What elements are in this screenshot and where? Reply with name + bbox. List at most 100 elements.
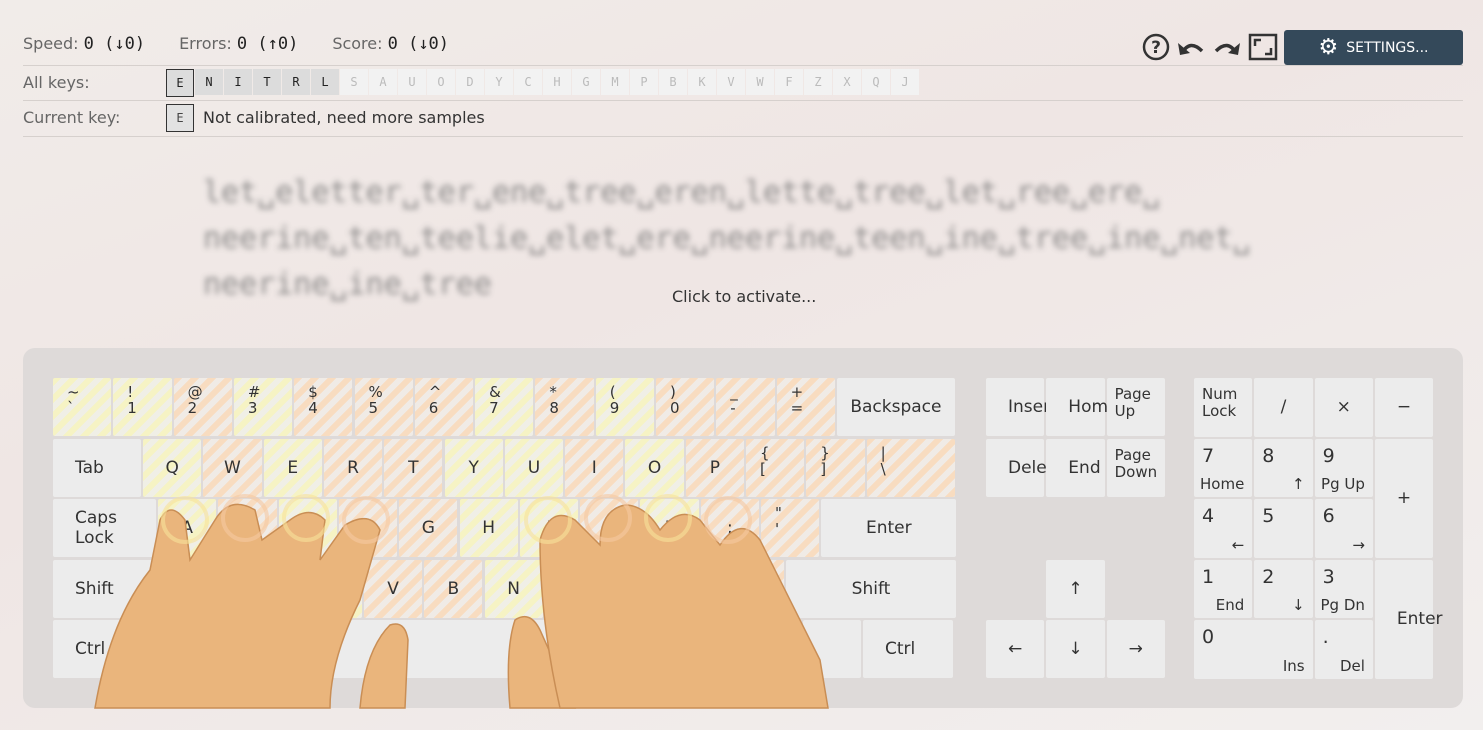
key-v[interactable]: V bbox=[363, 559, 423, 618]
key-−[interactable]: − bbox=[1374, 378, 1434, 437]
key-label: V bbox=[387, 578, 399, 599]
key-w[interactable]: W bbox=[203, 438, 262, 497]
key-_[interactable]: _ - bbox=[716, 378, 775, 436]
key-.[interactable]: . Del bbox=[1314, 620, 1373, 679]
key-page-down[interactable]: Page Down bbox=[1106, 438, 1165, 497]
key-r[interactable]: R bbox=[323, 438, 383, 497]
key-([interactable]: (9 bbox=[595, 378, 654, 436]
key-x[interactable]: X bbox=[243, 559, 302, 618]
key-l[interactable]: L bbox=[640, 499, 699, 557]
key-h[interactable]: H bbox=[459, 499, 518, 557]
key-}[interactable]: }] bbox=[806, 438, 865, 497]
key-indicator-y: Y bbox=[485, 69, 513, 95]
key-m[interactable]: M bbox=[544, 559, 604, 618]
key-#[interactable]: #3 bbox=[233, 378, 293, 436]
key-&[interactable]: & 7 bbox=[475, 378, 534, 436]
key-b[interactable]: B bbox=[424, 559, 483, 618]
key-;[interactable]: ; bbox=[700, 499, 759, 557]
key-e[interactable]: E bbox=[263, 438, 322, 497]
key-blank[interactable] bbox=[203, 620, 276, 678]
key-o[interactable]: O bbox=[625, 438, 684, 497]
click-to-activate[interactable]: Click to activate... bbox=[672, 287, 816, 306]
key-1[interactable]: 1 End bbox=[1194, 559, 1253, 618]
key-d[interactable]: D bbox=[278, 499, 337, 557]
key-q[interactable]: Q bbox=[143, 438, 202, 497]
key-7[interactable]: 7 Home bbox=[1194, 438, 1253, 497]
key-f[interactable]: F bbox=[338, 499, 398, 557]
key-2[interactable]: 2 ↓ bbox=[1254, 559, 1313, 618]
key-y[interactable]: Y bbox=[444, 438, 503, 497]
key-g[interactable]: G bbox=[399, 499, 458, 557]
fullscreen-icon[interactable] bbox=[1248, 33, 1278, 61]
help-icon[interactable]: ? bbox=[1142, 33, 1170, 61]
key-t[interactable]: T bbox=[384, 438, 443, 497]
key-p[interactable]: P bbox=[685, 438, 744, 497]
key-enter[interactable]: Enter bbox=[821, 499, 957, 557]
key-alt[interactable]: Alt bbox=[653, 620, 726, 678]
key-9[interactable]: 9 Pg Up bbox=[1314, 438, 1373, 497]
key-home[interactable]: Home bbox=[1046, 378, 1119, 436]
key-enter[interactable]: Enter bbox=[1374, 559, 1443, 679]
key-)[interactable]: ) 0 bbox=[656, 378, 715, 436]
key-j[interactable]: J bbox=[519, 499, 579, 557]
redo-icon[interactable] bbox=[1212, 35, 1242, 59]
key-.[interactable]: . bbox=[665, 559, 724, 618]
key-/[interactable]: / bbox=[725, 559, 784, 618]
key-3[interactable]: 3 Pg Dn bbox=[1314, 559, 1373, 618]
key-blank[interactable] bbox=[803, 620, 861, 678]
key-+[interactable]: + bbox=[1374, 438, 1434, 558]
key-num-lock[interactable]: Num Lock bbox=[1194, 378, 1253, 437]
key-ctrl[interactable]: Ctrl bbox=[863, 620, 953, 678]
key-label: N bbox=[507, 578, 520, 599]
key-blank[interactable] bbox=[128, 620, 201, 678]
key-end[interactable]: End bbox=[1046, 438, 1105, 497]
key-+[interactable]: + = bbox=[776, 378, 835, 436]
key-indicator-a: A bbox=[369, 69, 397, 95]
key-↑[interactable]: ↑ bbox=[1046, 559, 1105, 618]
key-label: I bbox=[591, 457, 597, 478]
key-@[interactable]: @2 bbox=[173, 378, 232, 436]
key-i[interactable]: I bbox=[565, 438, 624, 497]
key-u[interactable]: U bbox=[504, 438, 564, 497]
key-blank[interactable] bbox=[278, 620, 651, 678]
key-/[interactable]: / bbox=[1254, 378, 1313, 437]
key-{[interactable]: {[ bbox=[746, 438, 805, 497]
key-![interactable]: ! 1 bbox=[113, 378, 172, 436]
key-z[interactable]: Z bbox=[183, 559, 242, 618]
key-8[interactable]: 8 ↑ bbox=[1254, 438, 1313, 497]
key-ctrl[interactable]: Ctrl bbox=[53, 620, 126, 678]
key-→[interactable]: → bbox=[1106, 620, 1165, 678]
key-^[interactable]: ^ 6 bbox=[414, 378, 474, 436]
key-%[interactable]: % 5 bbox=[354, 378, 413, 436]
key-a[interactable]: A bbox=[158, 499, 217, 557]
key-n[interactable]: N bbox=[484, 559, 543, 618]
key-*[interactable]: * 8 bbox=[535, 378, 594, 436]
undo-icon[interactable] bbox=[1176, 35, 1206, 59]
key-k[interactable]: K bbox=[580, 499, 639, 557]
key-insert[interactable]: Insert bbox=[986, 378, 1057, 436]
key-4[interactable]: 4 ← bbox=[1194, 499, 1253, 558]
key-caps-lock[interactable]: Caps Lock bbox=[53, 499, 156, 557]
key-|[interactable]: | \ bbox=[866, 438, 955, 497]
key-page-up[interactable]: Page Up bbox=[1106, 378, 1165, 436]
key-↓[interactable]: ↓ bbox=[1046, 620, 1105, 678]
key-"[interactable]: " ' bbox=[761, 499, 820, 557]
key-delete[interactable]: Delete bbox=[986, 438, 1064, 497]
key-backspace[interactable]: Backspace bbox=[836, 378, 955, 436]
key-c[interactable]: C bbox=[303, 559, 362, 618]
key-5[interactable]: 5 bbox=[1254, 499, 1313, 558]
key-blank[interactable] bbox=[728, 620, 801, 678]
key-top-label: 0 bbox=[1202, 626, 1215, 648]
settings-button[interactable]: ⚙ SETTINGS... bbox=[1284, 30, 1463, 65]
key-×[interactable]: × bbox=[1314, 378, 1373, 437]
key-6[interactable]: 6 → bbox=[1314, 499, 1373, 558]
key-shift[interactable]: Shift bbox=[53, 559, 181, 618]
key-tab[interactable]: Tab bbox=[53, 438, 141, 497]
key-$[interactable]: $4 bbox=[294, 378, 353, 436]
key-←[interactable]: ← bbox=[986, 620, 1045, 678]
key-~[interactable]: ~ ` bbox=[53, 378, 112, 436]
key-s[interactable]: S bbox=[218, 499, 277, 557]
key-shift[interactable]: Shift bbox=[786, 559, 956, 618]
key-0[interactable]: 0 Ins bbox=[1194, 620, 1313, 679]
key-,[interactable]: , bbox=[605, 559, 664, 618]
